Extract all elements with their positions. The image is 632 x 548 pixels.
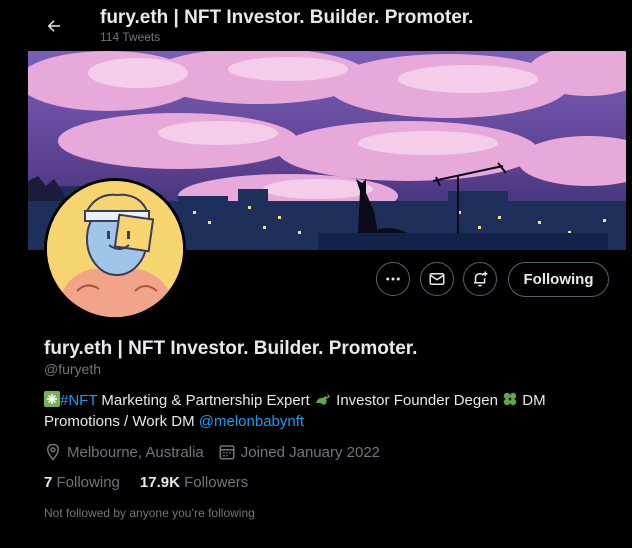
avatar[interactable] bbox=[44, 178, 186, 320]
calendar-icon bbox=[219, 445, 235, 460]
hashtag-link[interactable]: #NFT bbox=[60, 392, 97, 409]
clover-emoji-icon bbox=[503, 392, 517, 406]
joined-text: Joined January 2022 bbox=[240, 443, 381, 461]
more-horizontal-icon bbox=[386, 277, 400, 281]
bell-plus-icon bbox=[474, 271, 488, 287]
display-name: fury.eth | NFT Investor. Builder. Promot… bbox=[44, 338, 418, 359]
arrow-left-icon bbox=[47, 20, 60, 32]
dragon-emoji-icon bbox=[316, 394, 330, 405]
location-pin-icon bbox=[46, 443, 60, 461]
mention-link[interactable]: @melonbabynft bbox=[199, 413, 304, 430]
sparkle-emoji-icon bbox=[44, 391, 60, 407]
followers-count-link[interactable]: 17.9K Followers bbox=[140, 474, 248, 491]
tweet-count: 114 Tweets bbox=[100, 30, 161, 44]
envelope-icon bbox=[429, 273, 445, 285]
more-button[interactable] bbox=[376, 262, 410, 296]
following-label: Following bbox=[56, 474, 120, 491]
joined-date: Joined January 2022 bbox=[218, 443, 380, 461]
following-count-link[interactable]: 7 Following bbox=[44, 474, 120, 491]
back-button[interactable] bbox=[37, 9, 71, 43]
bio-text-2: Investor Founder Degen bbox=[332, 392, 503, 409]
message-button[interactable] bbox=[420, 262, 454, 296]
profile-meta: Melbourne, Australia Joined January 2022 bbox=[44, 443, 394, 461]
follow-stats: 7 Following 17.9K Followers bbox=[44, 474, 268, 491]
avatar-image bbox=[47, 181, 183, 317]
profile-header: fury.eth | NFT Investor. Builder. Promot… bbox=[0, 0, 632, 50]
bio-text-1: Marketing & Partnership Expert bbox=[97, 392, 314, 409]
followers-label: Followers bbox=[184, 474, 249, 491]
following-button[interactable]: Following bbox=[508, 262, 609, 297]
location-text: Melbourne, Australia bbox=[67, 443, 204, 461]
not-followed-note: Not followed by anyone you’re following bbox=[44, 506, 255, 520]
following-count: 7 bbox=[44, 474, 53, 491]
bio: #NFT Marketing & Partnership Expert Inve… bbox=[44, 390, 584, 432]
location: Melbourne, Australia bbox=[44, 443, 204, 461]
notify-button[interactable] bbox=[463, 262, 497, 296]
handle: @furyeth bbox=[44, 361, 102, 377]
followers-count: 17.9K bbox=[139, 474, 180, 491]
header-title: fury.eth | NFT Investor. Builder. Promot… bbox=[100, 7, 474, 28]
